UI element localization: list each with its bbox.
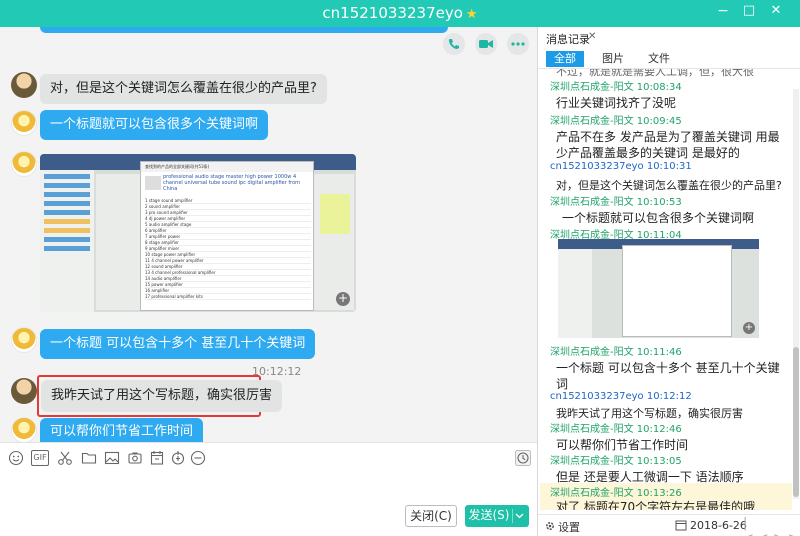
message-bubble: 对，但是这个关键词怎么覆盖在很少的产品里? <box>40 74 327 104</box>
history-sender: cn1521033237eyo 10:12:12 <box>550 391 692 402</box>
history-message: 一个标题就可以包含很多个关键词啊 <box>562 211 755 225</box>
avatar[interactable] <box>11 378 37 404</box>
scrollbar-thumb[interactable] <box>793 347 799 497</box>
avatar[interactable] <box>11 151 37 177</box>
tab-files[interactable]: 文件 <box>644 51 674 67</box>
close-window-button[interactable]: ✕ <box>766 3 786 18</box>
message-history-panel: 消息记录 ✕ 全部 图片 文件 不过，就是就是需要人工调，但，很大很 深圳点石成… <box>537 27 800 536</box>
message-bubble: 我昨天试了用这个写标题，确实很厉害 <box>41 380 283 412</box>
history-sender: 深圳点石成金-阳文 10:08:34 <box>550 82 682 93</box>
history-message: 我昨天试了用这个写标题，确实很厉害 <box>556 407 743 420</box>
tab-images[interactable]: 图片 <box>598 51 628 67</box>
history-image[interactable]: + <box>558 239 759 338</box>
history-header: 消息记录 ✕ <box>538 27 800 49</box>
history-message: 行业关键词找齐了没呢 <box>556 96 677 110</box>
video-icon <box>479 40 493 48</box>
ellipsis-icon <box>511 42 525 46</box>
previous-message-bubble <box>40 27 448 33</box>
history-scrollbar[interactable] <box>793 89 799 499</box>
history-sender: 深圳点石成金-阳文 10:09:45 <box>550 116 682 127</box>
scissors-icon[interactable] <box>57 450 73 466</box>
more-icon[interactable] <box>190 450 206 466</box>
card-icon[interactable] <box>170 450 186 466</box>
product-thumbnail <box>145 176 161 190</box>
avatar[interactable] <box>11 417 37 442</box>
zoom-in-icon[interactable]: + <box>743 322 755 334</box>
history-tabs: 全部 图片 文件 <box>538 49 800 69</box>
history-sender: 深圳点石成金-阳文 10:12:46 <box>550 424 682 435</box>
dialog-title: 查找到的产品的全部关键词(共53条) <box>141 162 313 172</box>
folder-icon[interactable] <box>81 450 97 466</box>
message-bubble: 可以帮你们节省工作时间 <box>40 418 204 442</box>
zoom-in-icon[interactable]: + <box>336 292 350 306</box>
history-sender: 深圳点石成金-阳文 10:13:05 <box>550 456 682 467</box>
gear-icon[interactable] <box>544 520 556 532</box>
message-bubble: 一个标题 可以包含十多个 甚至几十个关键词 <box>40 329 316 359</box>
keyword-row: 17 professional amplifier kits <box>145 294 311 300</box>
history-sender: 深圳点石成金-阳文 10:11:46 <box>550 347 682 358</box>
window-title-wrap: cn1521033237eyo ★ <box>0 4 800 22</box>
close-button[interactable]: 关闭(C) <box>405 505 457 527</box>
chat-area: 对，但是这个关键词怎么覆盖在很少的产品里? 一个标题就可以包含很多个关键词啊 查… <box>0 27 537 442</box>
close-history-icon[interactable]: ✕ <box>588 31 596 42</box>
tab-all[interactable]: 全部 <box>546 51 584 67</box>
avatar[interactable] <box>11 72 37 98</box>
image-message[interactable]: 查找到的产品的全部关键词(共53条) professional audio st… <box>40 154 356 312</box>
calendar-icon[interactable] <box>149 450 165 466</box>
history-message: 一个标题 可以包含十多个 甚至几十个关键 <box>556 361 780 375</box>
message-bubble: 一个标题就可以包含很多个关键词啊 <box>40 110 269 140</box>
keyword-table: 1 stage sound amplifier 2 sound amplifier… <box>145 198 311 300</box>
video-call-button[interactable] <box>475 33 497 55</box>
message-input-area[interactable]: 关闭(C) 发送(S) <box>0 472 537 536</box>
gif-icon[interactable]: GIF <box>31 450 49 466</box>
history-message: 可以帮你们节省工作时间 <box>556 438 689 452</box>
star-icon[interactable]: ★ <box>466 7 478 22</box>
history-message: 对了 标题在70个字符左右是最佳的哦 <box>556 500 756 510</box>
minimize-button[interactable]: − <box>713 3 733 19</box>
history-sender: 深圳点石成金-阳文 10:10:53 <box>550 197 682 208</box>
voice-call-button[interactable] <box>443 33 465 55</box>
history-sender: 深圳点石成金-阳文 10:13:26 <box>550 488 682 499</box>
maximize-button[interactable]: □ <box>739 3 759 18</box>
product-title: professional audio stage master high pow… <box>163 174 300 192</box>
title-bar: cn1521033237eyo ★ − □ ✕ <box>0 0 800 27</box>
history-footer: 设置 2018-6-26 |<<>>| <box>538 514 800 536</box>
history-sender: cn1521033237eyo 10:10:31 <box>550 161 692 172</box>
history-message: 词 <box>556 377 569 391</box>
send-divider <box>512 509 513 523</box>
avatar[interactable] <box>11 110 37 136</box>
history-message: 少产品覆盖最多的关键词 是最好的 <box>556 146 740 160</box>
screenshot-sidebar <box>40 170 94 312</box>
history-nav-arrows[interactable]: |<<>>| <box>743 516 800 536</box>
image-icon[interactable] <box>104 450 120 466</box>
avatar[interactable] <box>11 327 37 353</box>
settings-label[interactable]: 设置 <box>558 519 580 535</box>
history-list: 不过，就是就是需要人工调，但，很大很 深圳点石成金-阳文 10:08:34 行业… <box>538 69 793 510</box>
emoji-icon[interactable] <box>8 450 24 466</box>
history-icon[interactable] <box>515 450 531 466</box>
call-actions <box>443 33 529 55</box>
chevron-down-icon[interactable] <box>515 513 524 519</box>
phone-icon <box>449 39 459 49</box>
history-title: 消息记录 <box>546 33 590 46</box>
window-title: cn1521033237eyo <box>322 4 463 22</box>
history-date[interactable]: 2018-6-26 <box>690 519 747 532</box>
screenshot-icon[interactable] <box>127 450 143 466</box>
input-toolbar: GIF <box>0 442 537 472</box>
screenshot-dialog: 查找到的产品的全部关键词(共53条) professional audio st… <box>140 161 314 311</box>
history-message: 对，但是这个关键词怎么覆盖在很少的产品里? <box>556 179 782 192</box>
calendar-icon[interactable] <box>675 519 687 531</box>
more-options-button[interactable] <box>507 33 529 55</box>
history-message: 产品不在多 发产品是为了覆盖关键词 用最 <box>556 130 780 144</box>
